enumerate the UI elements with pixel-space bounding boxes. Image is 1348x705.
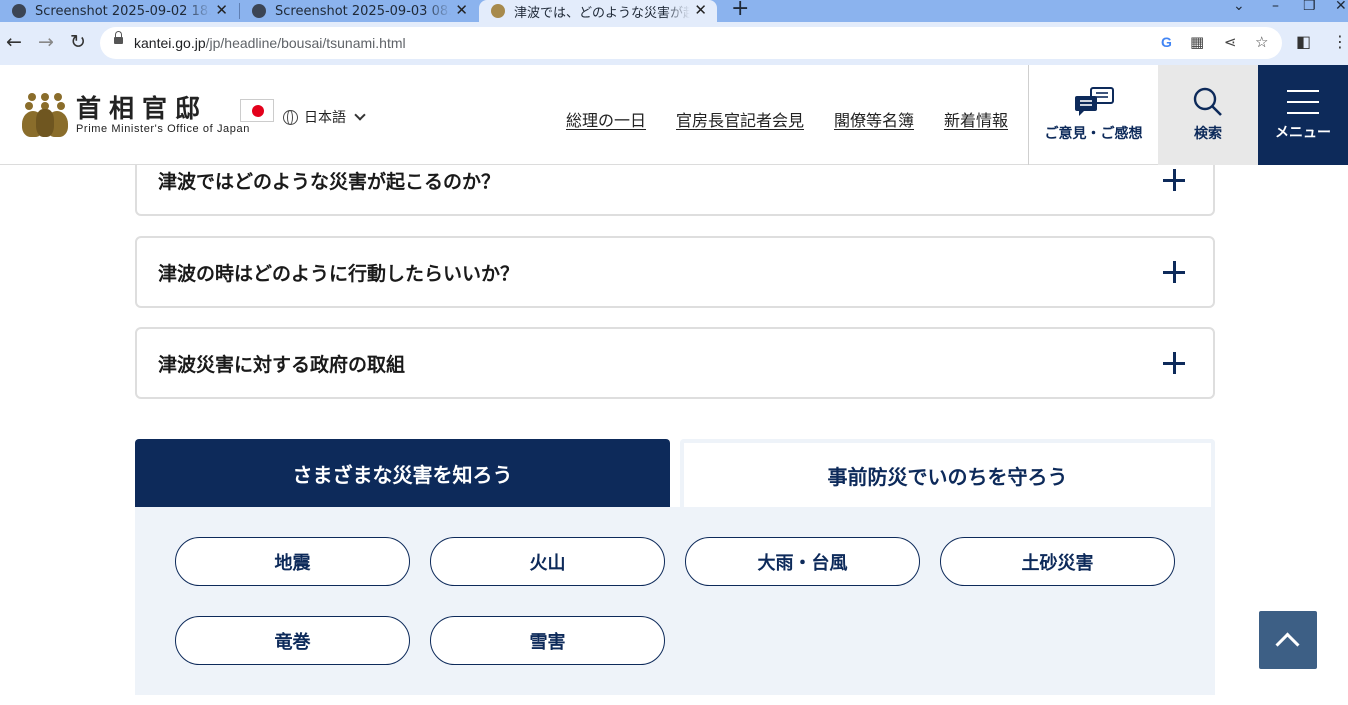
- nav-link-cabinet-list[interactable]: 閣僚等名簿: [834, 107, 914, 131]
- back-to-top-button[interactable]: [1259, 611, 1317, 669]
- tab-disaster-prevention[interactable]: 事前防災でいのちを守ろう: [680, 439, 1215, 507]
- search-icon: [1193, 87, 1222, 116]
- logo-title-en: Prime Minister's Office of Japan: [76, 123, 250, 135]
- search-label: 検索: [1194, 126, 1222, 142]
- accordion-question: 津波の時はどのように行動したらいいか？: [158, 263, 520, 285]
- tab-know-disasters[interactable]: さまざまな災害を知ろう: [135, 439, 670, 519]
- disaster-link-heavy-rain-typhoon[interactable]: 大雨・台風: [685, 537, 920, 586]
- bookmark-star-icon[interactable]: ☆: [1255, 33, 1268, 51]
- side-panel-icon[interactable]: ◧: [1296, 32, 1311, 51]
- globe-icon: [283, 109, 298, 125]
- chevron-down-icon: [354, 109, 366, 121]
- paulownia-crest-icon: [22, 93, 68, 137]
- opinion-button[interactable]: ご意見・ご感想: [1028, 65, 1158, 165]
- reload-button[interactable]: ↻: [67, 30, 89, 54]
- browser-tab-bar: Screenshot 2025-09-02 18.14.2 ✕ Screensh…: [0, 0, 1348, 22]
- site-logo[interactable]: 首相官邸 Prime Minister's Office of Japan: [22, 93, 274, 137]
- logo-title-jp: 首相官邸: [76, 94, 209, 123]
- back-button[interactable]: ←: [3, 30, 25, 54]
- search-button[interactable]: 検索: [1158, 65, 1258, 165]
- browser-tab-2[interactable]: Screenshot 2025-09-03 08.03.2 ✕: [240, 0, 478, 22]
- window-close-icon[interactable]: ✕: [1335, 0, 1347, 14]
- disaster-link-tornado[interactable]: 竜巻: [175, 616, 410, 665]
- site-header: 首相官邸 Prime Minister's Office of Japan 日本…: [0, 65, 1348, 165]
- close-tab-icon[interactable]: ✕: [455, 0, 468, 20]
- accordion-question: 津波ではどのような災害が起こるのか？: [158, 171, 501, 193]
- browser-tab-title: 津波では、どのような災害が起: [514, 5, 690, 21]
- close-tab-icon[interactable]: ✕: [694, 0, 707, 20]
- new-tab-button[interactable]: +: [731, 0, 749, 21]
- nav-link-press-conference[interactable]: 官房長官記者会見: [676, 107, 804, 131]
- japan-flag-icon: [240, 99, 274, 122]
- chrome-icon: [12, 4, 26, 18]
- site-favicon-icon: [491, 4, 505, 18]
- language-selector[interactable]: 日本語: [283, 107, 366, 127]
- accordion-item-government[interactable]: 津波災害に対する政府の取組: [135, 327, 1215, 399]
- nav-link-pm-schedule[interactable]: 総理の一日: [566, 107, 646, 131]
- close-tab-icon[interactable]: ✕: [215, 0, 228, 20]
- accordion-question: 津波災害に対する政府の取組: [158, 354, 406, 376]
- plus-icon: [1163, 352, 1185, 374]
- chat-bubbles-icon: [1074, 87, 1114, 116]
- nav-link-whats-new[interactable]: 新着情報: [944, 107, 1008, 131]
- browser-toolbar: ← → ↻ kantei.go.jp/jp/headline/bousai/ts…: [0, 22, 1348, 65]
- disaster-link-landslide[interactable]: 土砂災害: [940, 537, 1175, 586]
- lock-icon[interactable]: [114, 31, 123, 46]
- opinion-label: ご意見・ご感想: [1044, 126, 1143, 142]
- forward-button[interactable]: →: [35, 30, 57, 54]
- hamburger-icon: [1287, 90, 1319, 114]
- share-icon[interactable]: ⋖: [1224, 33, 1237, 51]
- disaster-link-snow[interactable]: 雪害: [430, 616, 665, 665]
- plus-icon: [1163, 169, 1185, 191]
- chrome-icon: [252, 4, 266, 18]
- browser-tab-1[interactable]: Screenshot 2025-09-02 18.14.2 ✕: [0, 0, 238, 22]
- disaster-link-earthquake[interactable]: 地震: [175, 537, 410, 586]
- browser-tab-title: Screenshot 2025-09-02 18.14.2: [35, 3, 211, 19]
- minimize-icon[interactable]: –: [1272, 0, 1279, 14]
- address-bar[interactable]: kantei.go.jp/jp/headline/bousai/tsunami.…: [100, 27, 1282, 59]
- url-text[interactable]: kantei.go.jp/jp/headline/bousai/tsunami.…: [134, 35, 406, 51]
- language-label: 日本語: [304, 110, 346, 126]
- browser-tab-3-active[interactable]: 津波では、どのような災害が起 ✕: [479, 0, 717, 22]
- menu-button[interactable]: メニュー: [1258, 65, 1348, 165]
- menu-label: メニュー: [1275, 125, 1331, 141]
- translate-icon[interactable]: ▦: [1190, 33, 1204, 51]
- accordion-item-action[interactable]: 津波の時はどのように行動したらいいか？: [135, 236, 1215, 308]
- browser-tab-title: Screenshot 2025-09-03 08.03.2: [275, 3, 451, 19]
- browser-menu-icon[interactable]: ⋮: [1332, 32, 1348, 51]
- tab-search-icon[interactable]: ⌄: [1233, 0, 1245, 14]
- disaster-links-panel: 地震 火山 大雨・台風 土砂災害 竜巻 雪害: [135, 507, 1215, 695]
- disaster-link-volcano[interactable]: 火山: [430, 537, 665, 586]
- plus-icon: [1163, 261, 1185, 283]
- restore-icon[interactable]: ❐: [1303, 0, 1316, 14]
- google-icon[interactable]: G: [1161, 34, 1172, 50]
